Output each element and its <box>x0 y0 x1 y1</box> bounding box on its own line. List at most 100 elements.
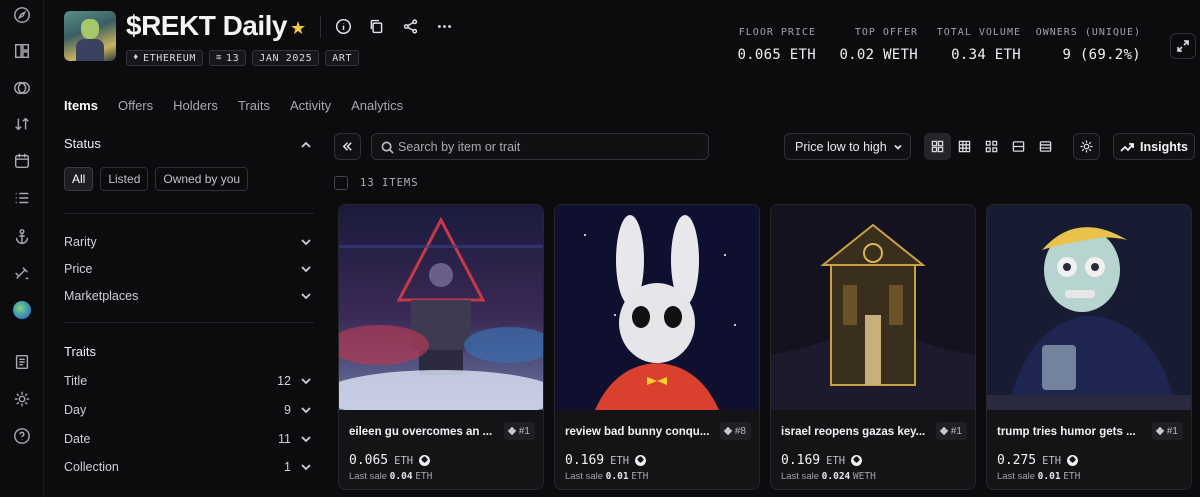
status-all-button[interactable]: All <box>64 167 94 191</box>
collections-icon[interactable] <box>12 78 32 98</box>
chevron-down-icon <box>300 263 312 275</box>
stat-label: TOTAL VOLUME <box>936 27 1021 38</box>
item-card[interactable]: review bad bunny conqu... #8 0.169 ETH L… <box>554 204 760 490</box>
last-sale-currency: ETH <box>1063 471 1081 482</box>
stat-label: OWNERS (UNIQUE) <box>1035 27 1141 38</box>
filter-marketplaces[interactable]: Marketplaces <box>64 287 314 305</box>
last-sale-value: 0.01 <box>605 471 629 482</box>
view-list-button[interactable] <box>1005 133 1032 160</box>
rarity-rank-badge: #8 <box>719 422 751 440</box>
chevron-up-icon[interactable] <box>300 138 312 150</box>
item-card[interactable]: trump tries humor gets ... #1 0.275 ETH … <box>986 204 1192 490</box>
collapse-filters-button[interactable] <box>334 133 361 160</box>
list-icon[interactable] <box>12 188 32 208</box>
rank-value: #1 <box>950 425 962 437</box>
last-sale-currency: ETH <box>631 471 649 482</box>
marketplace-icon <box>635 455 647 466</box>
favorite-star-icon[interactable]: ★ <box>290 18 306 39</box>
select-all-checkbox[interactable] <box>334 176 348 190</box>
anchor-icon[interactable] <box>12 227 32 247</box>
price-currency: ETH <box>1042 454 1062 467</box>
view-mosaic-button[interactable] <box>978 133 1005 160</box>
layers-icon: ≋ <box>216 53 223 63</box>
dashboard-icon[interactable] <box>12 41 32 61</box>
traits-title: Traits <box>64 344 97 359</box>
last-sale-value: 0.024 <box>821 471 851 482</box>
view-grid-small-button[interactable] <box>951 133 978 160</box>
view-grid-large-button[interactable] <box>924 133 951 160</box>
expand-stats-button[interactable] <box>1170 33 1196 59</box>
list-view-icon <box>1012 141 1025 152</box>
tab-offers[interactable]: Offers <box>118 98 153 113</box>
tab-holders[interactable]: Holders <box>173 98 218 113</box>
price-value: 0.275 <box>997 453 1037 468</box>
filter-divider <box>64 213 314 214</box>
item-card[interactable]: eileen gu overcomes an ... #1 0.065 ETH … <box>338 204 544 490</box>
item-image <box>987 205 1191 410</box>
last-sale: Last sale 0.024 WETH <box>781 471 876 482</box>
price-value: 0.065 <box>349 453 389 468</box>
view-table-button[interactable] <box>1032 133 1059 160</box>
last-sale-value: 0.01 <box>1037 471 1061 482</box>
item-image <box>555 205 759 410</box>
last-sale-label: Last sale <box>565 471 604 482</box>
trait-date[interactable]: Date 11 <box>64 430 314 448</box>
price-value: 0.169 <box>781 453 821 468</box>
chevron-down-icon <box>300 461 312 473</box>
last-sale-label: Last sale <box>997 471 1036 482</box>
brush-icon[interactable] <box>12 263 32 283</box>
copy-icon[interactable] <box>366 16 386 36</box>
status-filter-title[interactable]: Status <box>64 136 101 151</box>
search-box <box>371 133 709 160</box>
calendar-icon[interactable] <box>12 151 32 171</box>
tag-chain[interactable]: ♦ ETHEREUM <box>126 50 203 66</box>
insights-button[interactable]: Insights <box>1113 133 1195 160</box>
price-currency: ETH <box>394 454 414 467</box>
item-price: 0.169 ETH <box>565 453 647 468</box>
more-options-icon[interactable] <box>434 16 454 36</box>
trait-name: Day <box>64 403 87 417</box>
double-chevron-left-icon <box>342 142 352 151</box>
item-image <box>771 205 975 410</box>
last-sale-label: Last sale <box>349 471 388 482</box>
trait-day[interactable]: Day 9 <box>64 401 314 419</box>
filter-price[interactable]: Price <box>64 260 314 278</box>
sort-label: Price low to high <box>795 139 887 154</box>
marketplace-icon <box>851 455 863 466</box>
trait-collection[interactable]: Collection 1 <box>64 458 314 476</box>
compass-icon[interactable] <box>12 5 32 25</box>
search-input[interactable] <box>398 134 698 159</box>
swap-icon[interactable] <box>12 114 32 134</box>
stat-owners: OWNERS (UNIQUE) 9 (69.2%) <box>1036 27 1141 63</box>
filter-rarity[interactable]: Rarity <box>64 233 314 251</box>
rarity-icon <box>507 426 517 436</box>
stat-label: TOP OFFER <box>854 27 918 38</box>
book-icon[interactable] <box>12 352 32 372</box>
trait-count: 11 <box>278 432 291 446</box>
status-listed-button[interactable]: Listed <box>100 167 149 191</box>
share-icon[interactable] <box>400 16 420 36</box>
status-owned-button[interactable]: Owned by you <box>155 167 249 191</box>
info-icon[interactable] <box>333 16 353 36</box>
help-icon[interactable] <box>12 426 32 446</box>
stat-top-offer: TOP OFFER 0.02 WETH <box>839 27 918 63</box>
rarity-rank-badge: #1 <box>935 422 967 440</box>
trait-count: 9 <box>284 403 291 417</box>
item-name: israel reopens gazas key... <box>781 426 926 438</box>
tab-traits[interactable]: Traits <box>238 98 270 113</box>
sort-dropdown[interactable]: Price low to high <box>784 133 911 160</box>
tab-activity[interactable]: Activity <box>290 98 331 113</box>
item-image <box>339 205 543 410</box>
item-card[interactable]: israel reopens gazas key... #1 0.169 ETH… <box>770 204 976 490</box>
tab-items[interactable]: Items <box>64 98 98 113</box>
globe-icon[interactable] <box>12 300 32 320</box>
settings-button[interactable] <box>1073 133 1100 160</box>
trait-title[interactable]: Title 12 <box>64 372 314 390</box>
table-view-icon <box>1039 141 1052 152</box>
tag-category[interactable]: ART <box>325 50 360 66</box>
filter-label: Price <box>64 262 93 276</box>
tab-analytics[interactable]: Analytics <box>351 98 403 113</box>
settings-icon[interactable] <box>12 389 32 409</box>
status-options: All Listed Owned by you <box>64 167 249 191</box>
filter-label: Rarity <box>64 235 97 249</box>
